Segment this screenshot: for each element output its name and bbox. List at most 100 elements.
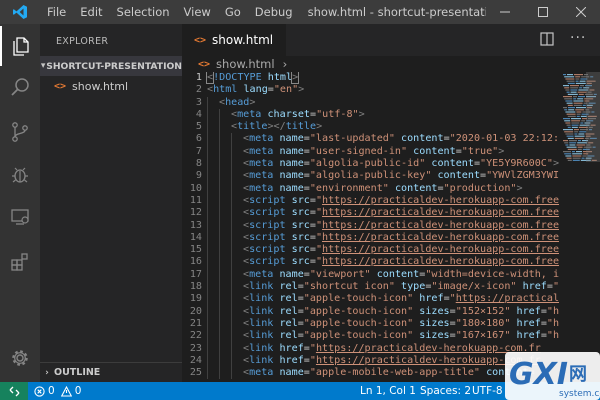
minimap-token: [575, 109, 585, 111]
code-line[interactable]: 7 <meta name="user-signed-in" content="tr…: [182, 145, 559, 159]
code-line[interactable]: 23 <link href="https://practicaldev-herok…: [182, 342, 559, 355]
menu-view[interactable]: View: [177, 0, 218, 24]
indent-guide: [231, 182, 243, 195]
indentation-setting[interactable]: Spaces: 2: [420, 382, 471, 400]
activity-debug[interactable]: [0, 155, 40, 195]
line-number: 4: [195, 108, 202, 120]
code-line[interactable]: 21 <link rel="apple-touch-icon" sizes="18…: [182, 317, 559, 331]
minimap-token: [565, 144, 569, 146]
outline-section[interactable]: › OUTLINE: [40, 362, 182, 382]
line-number: 5: [195, 121, 202, 133]
minimap-token: [565, 78, 575, 80]
code-line[interactable]: 14 <script src="https://practicaldev-hero…: [182, 231, 559, 245]
menu-debug[interactable]: Debug: [248, 0, 300, 24]
code-line[interactable]: 9 <meta name="algolia-public-key" content…: [182, 170, 559, 183]
indent-guide: [219, 231, 231, 245]
code-line[interactable]: 10 <meta name="environment" content="prod…: [182, 182, 559, 195]
menu-file[interactable]: File: [40, 0, 73, 24]
code-line[interactable]: 4 <meta charset="utf-8">: [182, 108, 559, 122]
minimap-token: [576, 107, 586, 109]
code-editor[interactable]: 1 <!DOCTYPE html> 2 <html lang="en"> 3 <head>…: [182, 72, 559, 382]
indent-guide: [219, 108, 231, 122]
code-line[interactable]: 22 <link rel="apple-touch-icon" sizes="16…: [182, 330, 559, 343]
indent-guide: [207, 182, 219, 195]
more-actions-icon[interactable]: ···: [570, 30, 586, 46]
file-tree-item[interactable]: <> show.html: [40, 76, 182, 96]
minimap-token: [581, 120, 586, 122]
code-line[interactable]: 18 <link rel="shortcut icon" type="image/…: [182, 281, 559, 294]
close-icon: [576, 7, 586, 17]
activity-explorer[interactable]: [0, 26, 40, 66]
minimap-token: [570, 91, 577, 93]
activity-remote-explorer[interactable]: [0, 197, 40, 237]
menu-go[interactable]: Go: [218, 0, 248, 24]
indent-guide: [207, 133, 219, 146]
code-line[interactable]: 1 <!DOCTYPE html>: [182, 72, 559, 84]
minimap-token: [565, 155, 572, 157]
code-line-content: <script src="https://practicaldev-heroku…: [243, 194, 559, 206]
cursor-position[interactable]: Ln 1, Col 1: [360, 382, 416, 400]
code-line[interactable]: 16 <script src="https://practicaldev-hero…: [182, 256, 559, 269]
minimap-token: [581, 157, 585, 159]
code-line[interactable]: 24 <link href="https://practicaldev-herok…: [182, 354, 559, 368]
line-number: 11: [189, 194, 202, 206]
line-number: 18: [189, 281, 202, 293]
minimap-token: [566, 135, 574, 137]
indent-guide: [207, 317, 219, 331]
code-line[interactable]: 13 <script src="https://practicaldev-hero…: [182, 219, 559, 232]
code-line[interactable]: 25 <meta name="apple-mobile-web-app-title…: [182, 367, 559, 380]
search-icon: [11, 78, 29, 96]
code-line-content: <script src="https://practicaldev-heroku…: [243, 231, 559, 243]
activity-extensions[interactable]: [0, 242, 40, 282]
activity-source-control[interactable]: [0, 112, 40, 152]
code-line[interactable]: 11 <script src="https://practicaldev-hero…: [182, 194, 559, 208]
code-line[interactable]: 12 <script src="https://practicaldev-hero…: [182, 207, 559, 220]
indent-guide: [231, 317, 243, 331]
project-folder-row[interactable]: ▾ SHORTCUT-PRESENTATION: [40, 56, 182, 76]
problems-indicator[interactable]: 0 0: [34, 382, 84, 400]
indent-guide: [207, 96, 219, 109]
code-line[interactable]: 15 <script src="https://practicaldev-hero…: [182, 244, 559, 257]
code-line[interactable]: 3 <head>: [182, 96, 559, 109]
indent-guide: [231, 133, 243, 146]
close-button[interactable]: [562, 0, 600, 24]
code-line-content: <meta name="last-updated" content="2020-…: [243, 133, 559, 145]
minimap-token: [574, 135, 585, 137]
activity-search[interactable]: [0, 67, 40, 107]
line-number: 12: [189, 207, 202, 219]
menu-selection[interactable]: Selection: [110, 0, 177, 24]
indent-guide: [231, 305, 243, 318]
activity-manage[interactable]: [0, 338, 40, 378]
indent-guide: [207, 281, 219, 294]
code-line[interactable]: 6 <meta name="last-updated" content="2020…: [182, 133, 559, 146]
breadcrumb-file[interactable]: show.html: [216, 57, 275, 71]
menu-edit[interactable]: Edit: [73, 0, 109, 24]
breadcrumb-separator: ›: [282, 57, 288, 71]
window-title: show.html - shortcut-presentation [Ad: [307, 5, 486, 19]
minimap-token: [563, 74, 566, 76]
minimize-button[interactable]: [486, 0, 524, 24]
line-number: 16: [189, 256, 202, 268]
menu-bar: File Edit Selection View Go Debug: [40, 0, 300, 24]
scrollbar-thumb[interactable]: [586, 72, 600, 162]
code-line[interactable]: 8 <meta name="algolia-public-id" content=…: [182, 158, 559, 171]
indent-guide: [207, 268, 219, 282]
minimap-token: [563, 151, 571, 153]
code-line[interactable]: 20 <link rel="apple-touch-icon" sizes="15…: [182, 305, 559, 318]
indent-guide: [219, 281, 231, 294]
encoding-setting[interactable]: UTF-8: [472, 382, 503, 400]
minimap-token: [568, 107, 575, 109]
code-line[interactable]: 17 <meta name="viewport" content="width=d…: [182, 268, 559, 282]
code-line[interactable]: 19 <link rel="apple-touch-icon" href="htt…: [182, 293, 559, 306]
minimap-token: [565, 122, 571, 124]
code-line-content: <link rel="shortcut icon" type="image/x-…: [243, 281, 559, 293]
tab-show-html[interactable]: <> show.html: [182, 24, 286, 56]
maximize-button[interactable]: [524, 0, 562, 24]
indent-guide: [219, 354, 231, 368]
code-line[interactable]: 2 <html lang="en">: [182, 84, 559, 96]
code-line[interactable]: 5 <title></title>: [182, 121, 559, 134]
minimap-token: [576, 113, 581, 115]
split-editor-button[interactable]: [540, 32, 554, 49]
minimap-token: [569, 144, 576, 146]
remote-indicator[interactable]: [0, 382, 28, 400]
